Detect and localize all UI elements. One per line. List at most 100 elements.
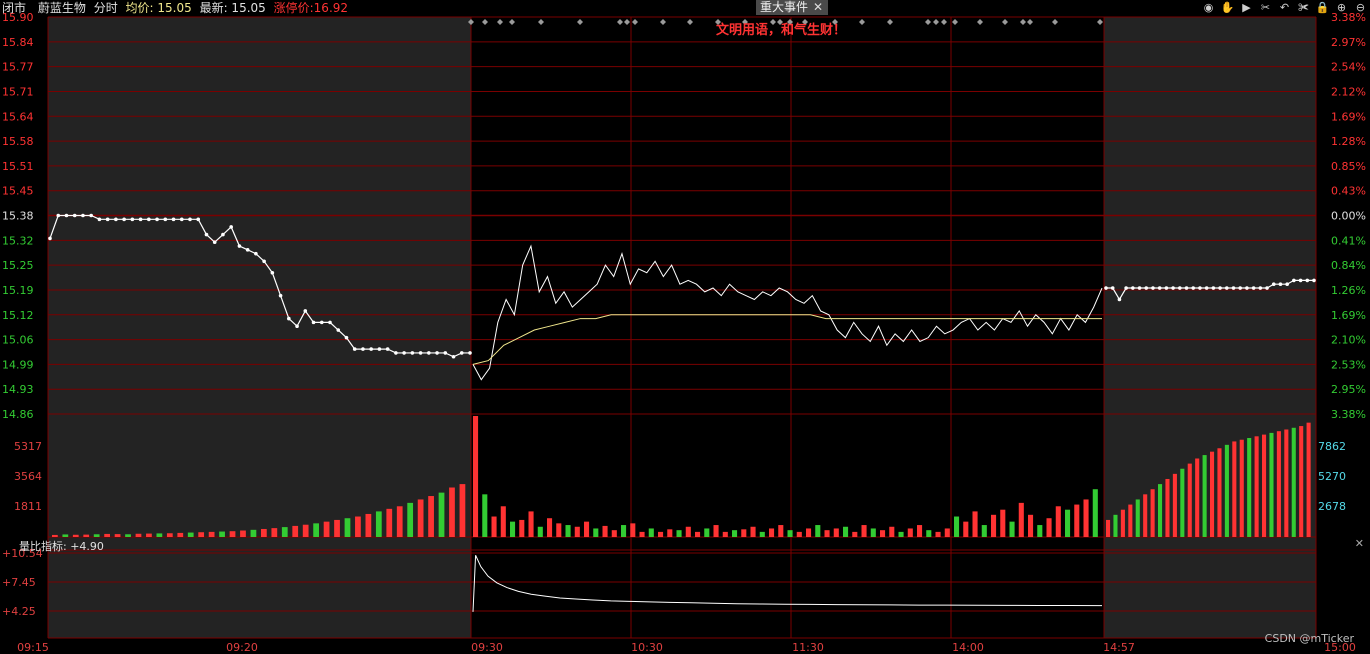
postclose-volume-bar [1128,504,1133,537]
event-diamond [1097,19,1103,25]
event-diamond [887,19,893,25]
eye-icon[interactable]: ◉ [1201,0,1216,15]
volume-bar [759,531,765,537]
preauction-price-line-point [105,217,110,222]
postclose-price-line-point [1137,286,1142,290]
postclose-price-line-point [1184,286,1189,290]
volume-bar [1018,502,1024,537]
volume-bar [972,511,978,537]
major-event-tab[interactable]: 重大事件 ✕ [756,0,828,15]
volume-bar [1092,489,1098,537]
pct-tick-label: 3.38% [1331,408,1366,421]
preauction-volume-bar [355,516,361,537]
postclose-volume-bar [1150,489,1155,537]
preauction-volume-bar [375,511,382,537]
scissors-icon[interactable]: ✀ [1296,0,1311,15]
event-diamond [509,19,515,25]
time-tick-label: 09:15 [17,641,49,654]
volume-tick-label-right: 7862 [1318,440,1346,453]
pct-tick-label: 1.26% [1331,284,1366,297]
play-icon[interactable]: ▶ [1239,0,1254,15]
undo-icon[interactable]: ↶ [1277,0,1292,15]
pct-tick-label: 2.54% [1331,61,1366,74]
tools-icon[interactable]: ✂ [1258,0,1273,15]
preauction-price-line-point [385,347,390,351]
preauction-volume-bar [135,533,142,537]
preauction-price-line-point [427,351,431,355]
ratio-line [472,555,1103,612]
volume-bar [722,531,728,537]
preauction-price-line-point [303,309,308,313]
preauction-price-line-point [410,351,415,355]
preauction-volume-bar [365,513,372,537]
volume-bar [981,525,987,537]
preauction-volume-bar [344,518,351,537]
pct-tick-label: 2.12% [1331,85,1366,98]
pct-tick-label: 2.95% [1331,383,1366,396]
preauction-price-line-point [394,351,398,355]
market-status: 闭市 [2,1,27,15]
volume-tick-label-right: 2678 [1318,500,1346,513]
pct-tick-label: 1.28% [1331,135,1366,148]
postclose-price-line-point [1278,282,1283,287]
preauction-price-line-point [311,320,316,325]
volume-bar [482,494,488,537]
lock-icon[interactable]: 🔒 [1315,0,1330,15]
volume-bar [796,531,802,537]
price-tick-label: 15.58 [2,135,34,148]
preauction-price-line-point [287,316,291,321]
preauction-volume-bar [177,532,184,537]
zoom-out-icon[interactable]: ⊖ [1353,0,1368,15]
zoom-in-icon[interactable]: ⊕ [1334,0,1349,15]
volume-bar [611,530,617,537]
event-diamond [538,19,544,25]
volume-bar [695,531,701,537]
preauction-volume-bar [261,528,267,537]
close-icon[interactable]: ✕ [1355,537,1364,550]
postclose-price-line-point [1131,286,1135,290]
postclose-volume-bar [1239,439,1244,537]
intraday-chart[interactable]: 15.90 3.38%15.84 2.97%15.77 2.54%15.71 2.12%… [0,0,1370,654]
pct-tick-label: 2.53% [1331,358,1366,371]
preauction-price-line-point [319,320,324,325]
price-tick-label: 15.38 [2,210,34,223]
volume-bar [510,521,516,537]
preauction-price-line-point [130,217,135,222]
volume-bar [528,511,534,537]
volume-bar [991,514,997,537]
event-diamond [687,19,693,25]
postclose-price-line-point [1245,286,1249,290]
preauction-volume-bar [62,534,69,537]
preauction-volume-bar [240,530,246,537]
close-icon[interactable]: ✕ [813,0,823,15]
stock-name[interactable]: 蔚蓝生物 [38,1,86,15]
volume-bar [1009,521,1015,537]
volume-bar [1037,525,1043,537]
postclose-volume-bar [1291,427,1296,537]
time-tick-label: 11:30 [792,641,824,654]
pct-tick-label: 1.69% [1331,110,1366,123]
postclose-price-line-point [1198,286,1202,290]
postclose-price-line-point [1157,286,1162,290]
volume-bar [1065,509,1071,537]
preauction-price-line-point [196,217,201,222]
preauction-price-line-point [56,213,61,218]
preauction-price-line-point [138,217,143,222]
postclose-price-line-point [1231,286,1236,290]
hand-icon[interactable]: ✋ [1220,0,1235,15]
preauction-price-line-point [369,347,373,351]
volume-bar [574,526,580,537]
volume-bar [685,526,691,537]
postclose-price-line-point [1285,282,1289,287]
chart-mode[interactable]: 分时 [94,1,118,15]
volume-bar [907,528,913,537]
postclose-price-line-point [1204,286,1209,290]
volume-bar [769,528,775,537]
preauction-volume-bar [72,534,79,537]
volume-bar [880,530,886,537]
volume-tick-label-right: 5270 [1318,470,1346,483]
postclose-volume-bar [1135,499,1140,537]
event-diamond [952,19,958,25]
preauction-volume-bar [114,534,121,537]
volume-bar [1055,506,1061,537]
